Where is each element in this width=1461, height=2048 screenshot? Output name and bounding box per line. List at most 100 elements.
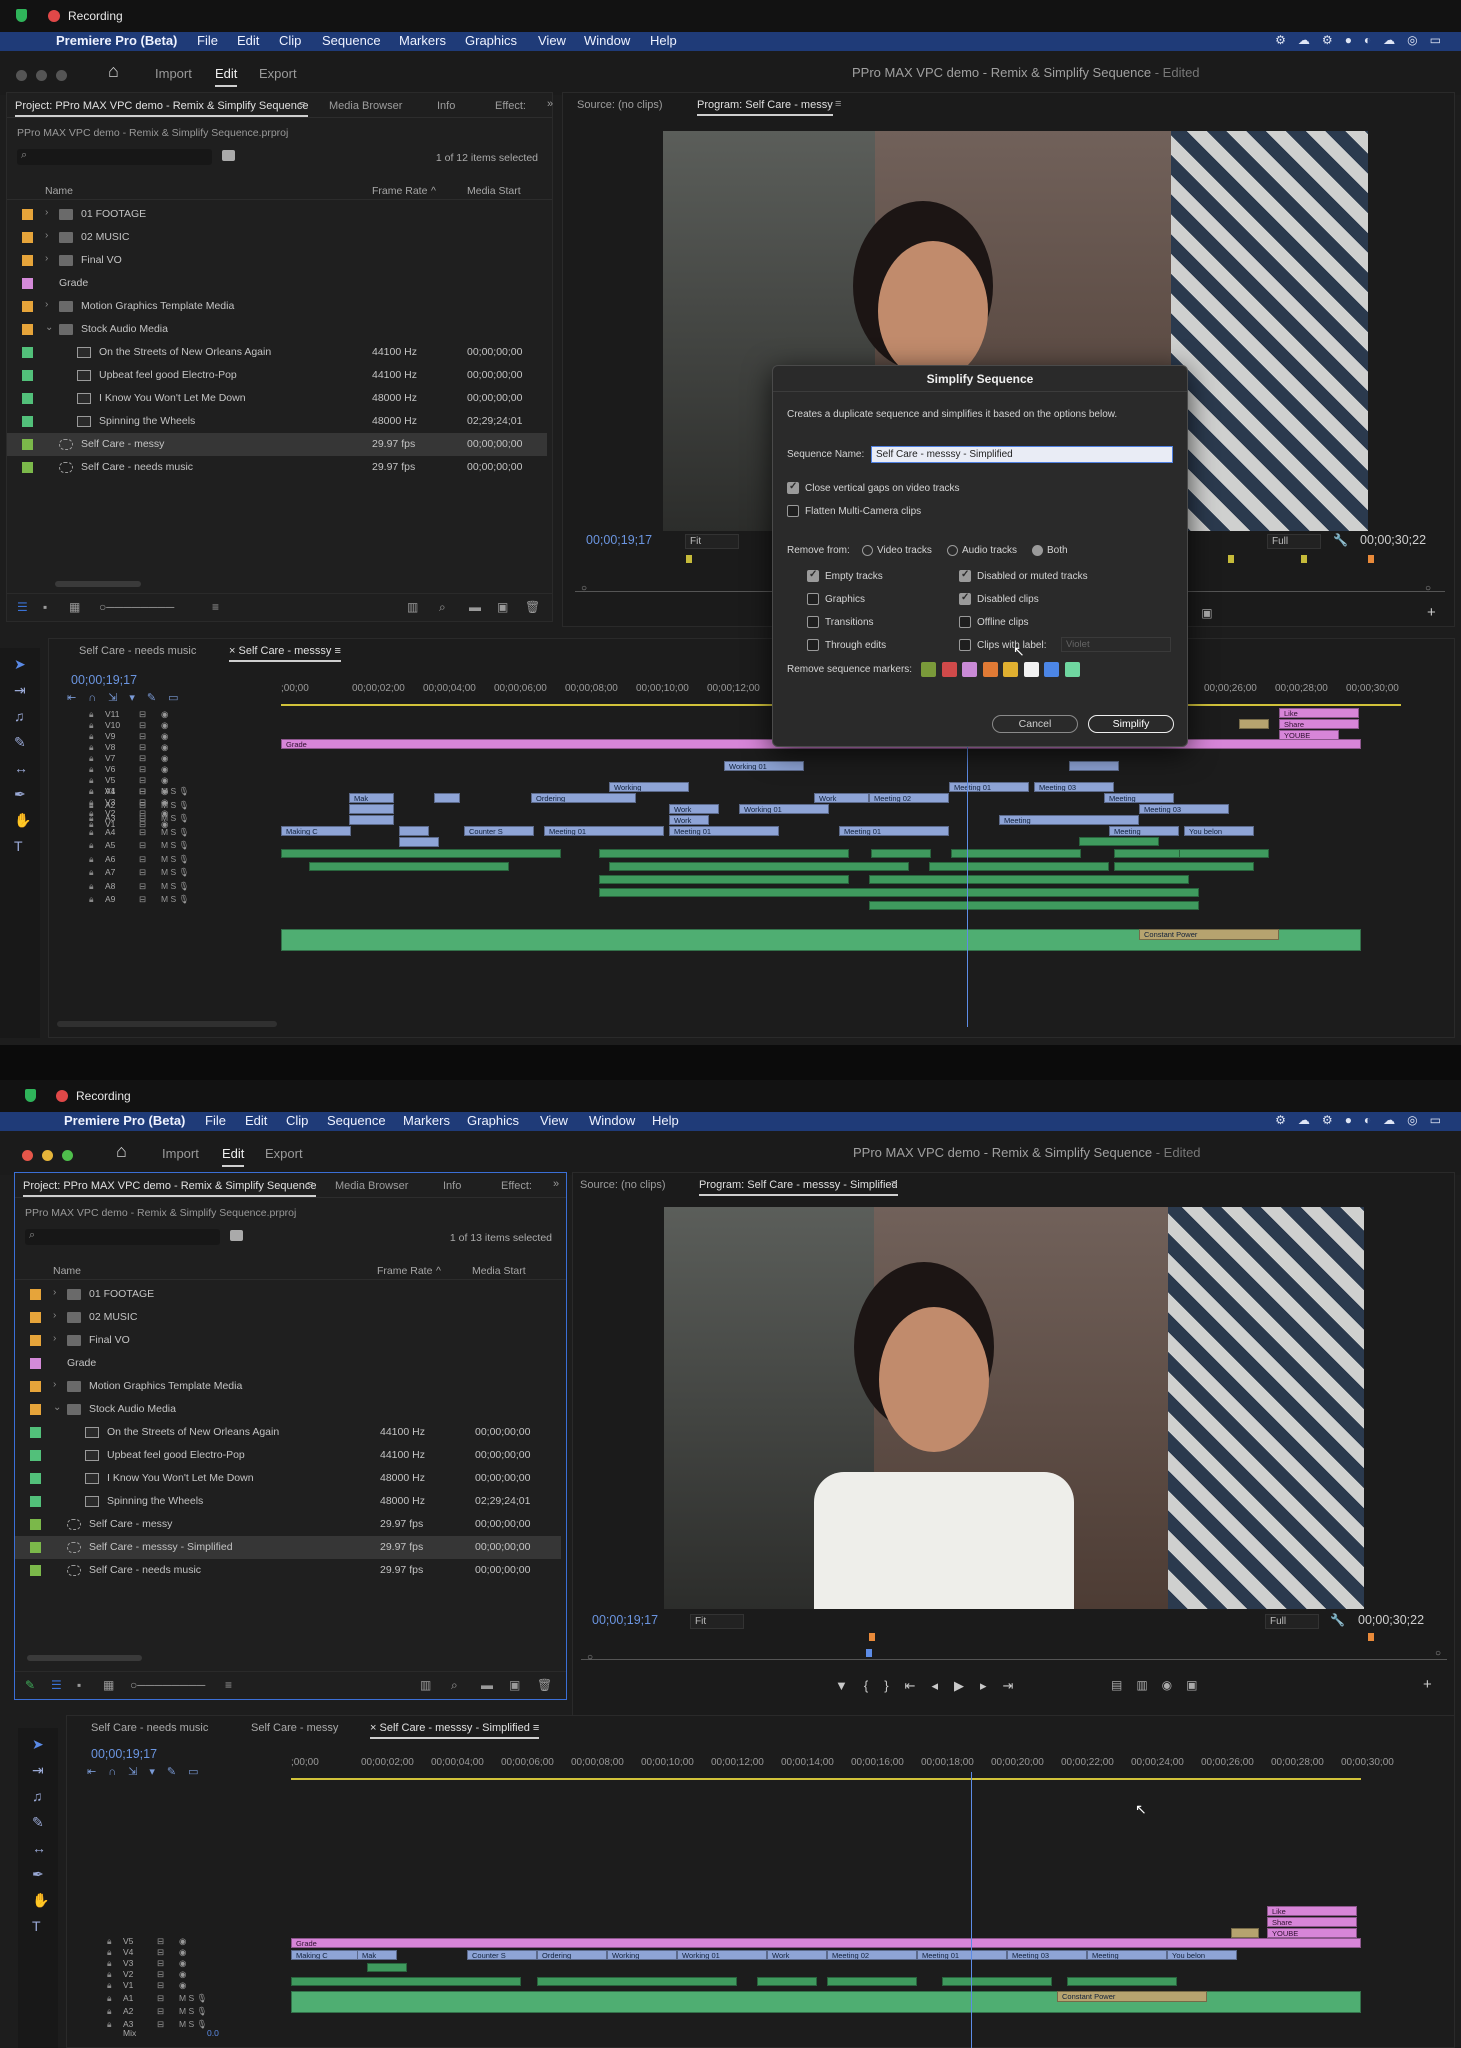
audio-clip[interactable] bbox=[599, 875, 849, 884]
label-swatch[interactable] bbox=[22, 370, 33, 381]
video-clip[interactable]: Meeting 03 bbox=[1007, 1950, 1087, 1960]
sync-lock-icon[interactable]: ⊟ bbox=[139, 854, 146, 865]
label-swatch[interactable] bbox=[22, 324, 33, 335]
transport-controls[interactable]: ▼{}⇤◂▶▸⇥ bbox=[835, 1678, 1029, 1694]
eye-icon[interactable]: ◉ bbox=[161, 764, 168, 775]
timeline-timecode[interactable]: 00;00;19;17 bbox=[71, 673, 137, 687]
video-clip[interactable]: Meeting 03 bbox=[1139, 804, 1229, 814]
transitions-checkbox[interactable] bbox=[807, 616, 819, 628]
label-swatch[interactable] bbox=[30, 1519, 41, 1530]
audio-clip[interactable] bbox=[871, 849, 931, 858]
marker-icon[interactable] bbox=[686, 555, 692, 563]
label-swatch[interactable] bbox=[30, 1473, 41, 1484]
marker-icon[interactable] bbox=[1301, 555, 1307, 563]
find-icon[interactable]: ⌕ bbox=[451, 1678, 458, 1693]
sync-lock-icon[interactable]: ⊟ bbox=[157, 1993, 164, 2004]
audio-clip[interactable] bbox=[599, 849, 849, 858]
icon-view-icon[interactable]: ▪ bbox=[77, 1678, 81, 1692]
video-clip[interactable]: Counter S bbox=[464, 826, 534, 836]
workspace-edit[interactable]: Edit bbox=[222, 1146, 245, 1167]
video-clip[interactable] bbox=[1239, 719, 1269, 729]
radio-both[interactable] bbox=[1032, 545, 1043, 556]
track-select-tool-icon[interactable]: ⇥ bbox=[14, 682, 26, 699]
lock-icon[interactable]: 🔒︎ bbox=[89, 709, 94, 720]
marker-color-swatch[interactable] bbox=[962, 662, 977, 677]
list-item[interactable]: › Motion Graphics Template Media bbox=[15, 1375, 561, 1398]
mute-solo-mic-icons[interactable]: M S 🎙 bbox=[179, 1993, 207, 2004]
razor-tool-icon[interactable]: ✎ bbox=[14, 734, 26, 751]
automate-icon[interactable]: ▥ bbox=[407, 600, 418, 614]
chevron-right-icon[interactable]: › bbox=[53, 1333, 56, 1344]
program-timecode[interactable]: 00;00;19;17 bbox=[592, 1613, 658, 1627]
mute-solo-mic-icons[interactable]: M S 🎙 bbox=[161, 854, 189, 865]
search-input[interactable]: ⌕ bbox=[17, 149, 212, 165]
marker-icon[interactable] bbox=[1368, 555, 1374, 563]
sync-lock-icon[interactable]: ⊟ bbox=[139, 800, 146, 811]
list-item[interactable]: Self Care - needs music 29.97 fps 00;00;00… bbox=[15, 1559, 561, 1582]
radio-audio-tracks[interactable] bbox=[947, 545, 958, 556]
ripple-tool-icon[interactable]: ♫ bbox=[32, 1788, 43, 1804]
list-item[interactable]: On the Streets of New Orleans Again 44100… bbox=[7, 341, 547, 364]
label-swatch[interactable] bbox=[22, 439, 33, 450]
audio-clip[interactable] bbox=[869, 875, 1189, 884]
video-clip[interactable]: Working bbox=[607, 1950, 677, 1960]
ripple-tool-icon[interactable]: ♫ bbox=[14, 708, 25, 724]
program-timecode[interactable]: 00;00;19;17 bbox=[586, 533, 652, 547]
marker-icon[interactable] bbox=[1228, 555, 1234, 563]
lock-icon[interactable]: 🔒︎ bbox=[89, 786, 94, 797]
freeform-view-icon[interactable]: ▦ bbox=[103, 1678, 114, 1692]
timeline-tools[interactable]: ⇤∩⇲▾✎▭ bbox=[87, 1765, 210, 1778]
track-header-a5[interactable]: 🔒︎ A5 ⊟ M S 🎙 bbox=[89, 840, 259, 852]
tab-source[interactable]: Source: (no clips) bbox=[580, 1179, 666, 1191]
trash-icon[interactable]: 🗑 bbox=[537, 1678, 552, 1692]
sync-lock-icon[interactable]: ⊟ bbox=[139, 753, 146, 764]
video-clip[interactable]: Meeting 03 bbox=[1034, 782, 1114, 792]
seq-tab-messsy[interactable]: × Self Care - messsy ≡ bbox=[229, 645, 341, 662]
scrub-end-icon[interactable]: ○ bbox=[1425, 583, 1431, 594]
video-clip[interactable] bbox=[349, 804, 394, 814]
zoom-slider[interactable]: ○──────── bbox=[99, 600, 174, 614]
sync-lock-icon[interactable]: ⊟ bbox=[139, 764, 146, 775]
home-icon[interactable]: ⌂ bbox=[116, 1141, 127, 1162]
video-clip[interactable]: Constant Power bbox=[1057, 1991, 1207, 2002]
menu-window[interactable]: Window bbox=[584, 33, 630, 48]
close-gaps-checkbox[interactable] bbox=[787, 481, 799, 494]
sync-lock-icon[interactable]: ⊟ bbox=[157, 1980, 164, 1991]
mix-track[interactable]: Mix 0.0 bbox=[107, 2028, 277, 2040]
video-clip[interactable]: Making C bbox=[281, 826, 351, 836]
lock-icon[interactable]: 🔒︎ bbox=[107, 2006, 112, 2017]
lock-icon[interactable]: 🔒︎ bbox=[107, 1947, 112, 1958]
tab-source[interactable]: Source: (no clips) bbox=[577, 99, 663, 111]
video-clip[interactable] bbox=[434, 793, 460, 803]
mute-solo-mic-icons[interactable]: M S 🎙 bbox=[161, 881, 189, 892]
mute-solo-mic-icons[interactable]: M S 🎙 bbox=[161, 800, 189, 811]
through-edits-checkbox[interactable] bbox=[807, 639, 819, 651]
video-clip[interactable]: Ordering bbox=[531, 793, 636, 803]
hand-tool-icon[interactable]: ✋ bbox=[32, 1892, 49, 1909]
video-clip[interactable] bbox=[1231, 1928, 1259, 1938]
sort-icon[interactable]: ^ bbox=[436, 1265, 441, 1277]
search-input[interactable]: ⌕ bbox=[25, 1229, 220, 1245]
audio-clip[interactable] bbox=[291, 1977, 521, 1986]
column-frame-rate[interactable]: Frame Rate bbox=[372, 185, 427, 197]
label-swatch[interactable] bbox=[30, 1542, 41, 1553]
marker-icon[interactable] bbox=[1368, 1633, 1374, 1641]
new-bin-icon[interactable]: ▬ bbox=[469, 600, 481, 614]
list-item[interactable]: Spinning the Wheels 48000 Hz 02;29;24;01 bbox=[15, 1490, 561, 1513]
tab-effects[interactable]: Effect: bbox=[495, 100, 526, 112]
video-clip[interactable]: Like bbox=[1267, 1906, 1357, 1916]
radio-video-tracks[interactable] bbox=[862, 545, 873, 556]
sync-lock-icon[interactable]: ⊟ bbox=[139, 867, 146, 878]
lock-icon[interactable]: 🔒︎ bbox=[89, 720, 94, 731]
track-header-a7[interactable]: 🔒︎ A7 ⊟ M S 🎙 bbox=[89, 867, 259, 879]
slip-tool-icon[interactable]: ↔ bbox=[14, 760, 28, 776]
tab-media-browser[interactable]: Media Browser bbox=[329, 100, 402, 112]
menu-graphics[interactable]: Graphics bbox=[467, 1113, 519, 1128]
list-item[interactable]: › 02 MUSIC bbox=[15, 1306, 561, 1329]
column-name[interactable]: Name bbox=[45, 185, 73, 197]
seq-tab-needs-music[interactable]: Self Care - needs music bbox=[79, 645, 196, 657]
workspace-export[interactable]: Export bbox=[259, 66, 297, 81]
sync-lock-icon[interactable]: ⊟ bbox=[139, 731, 146, 742]
lock-icon[interactable]: 🔒︎ bbox=[89, 840, 94, 851]
list-item[interactable]: Grade bbox=[15, 1352, 561, 1375]
